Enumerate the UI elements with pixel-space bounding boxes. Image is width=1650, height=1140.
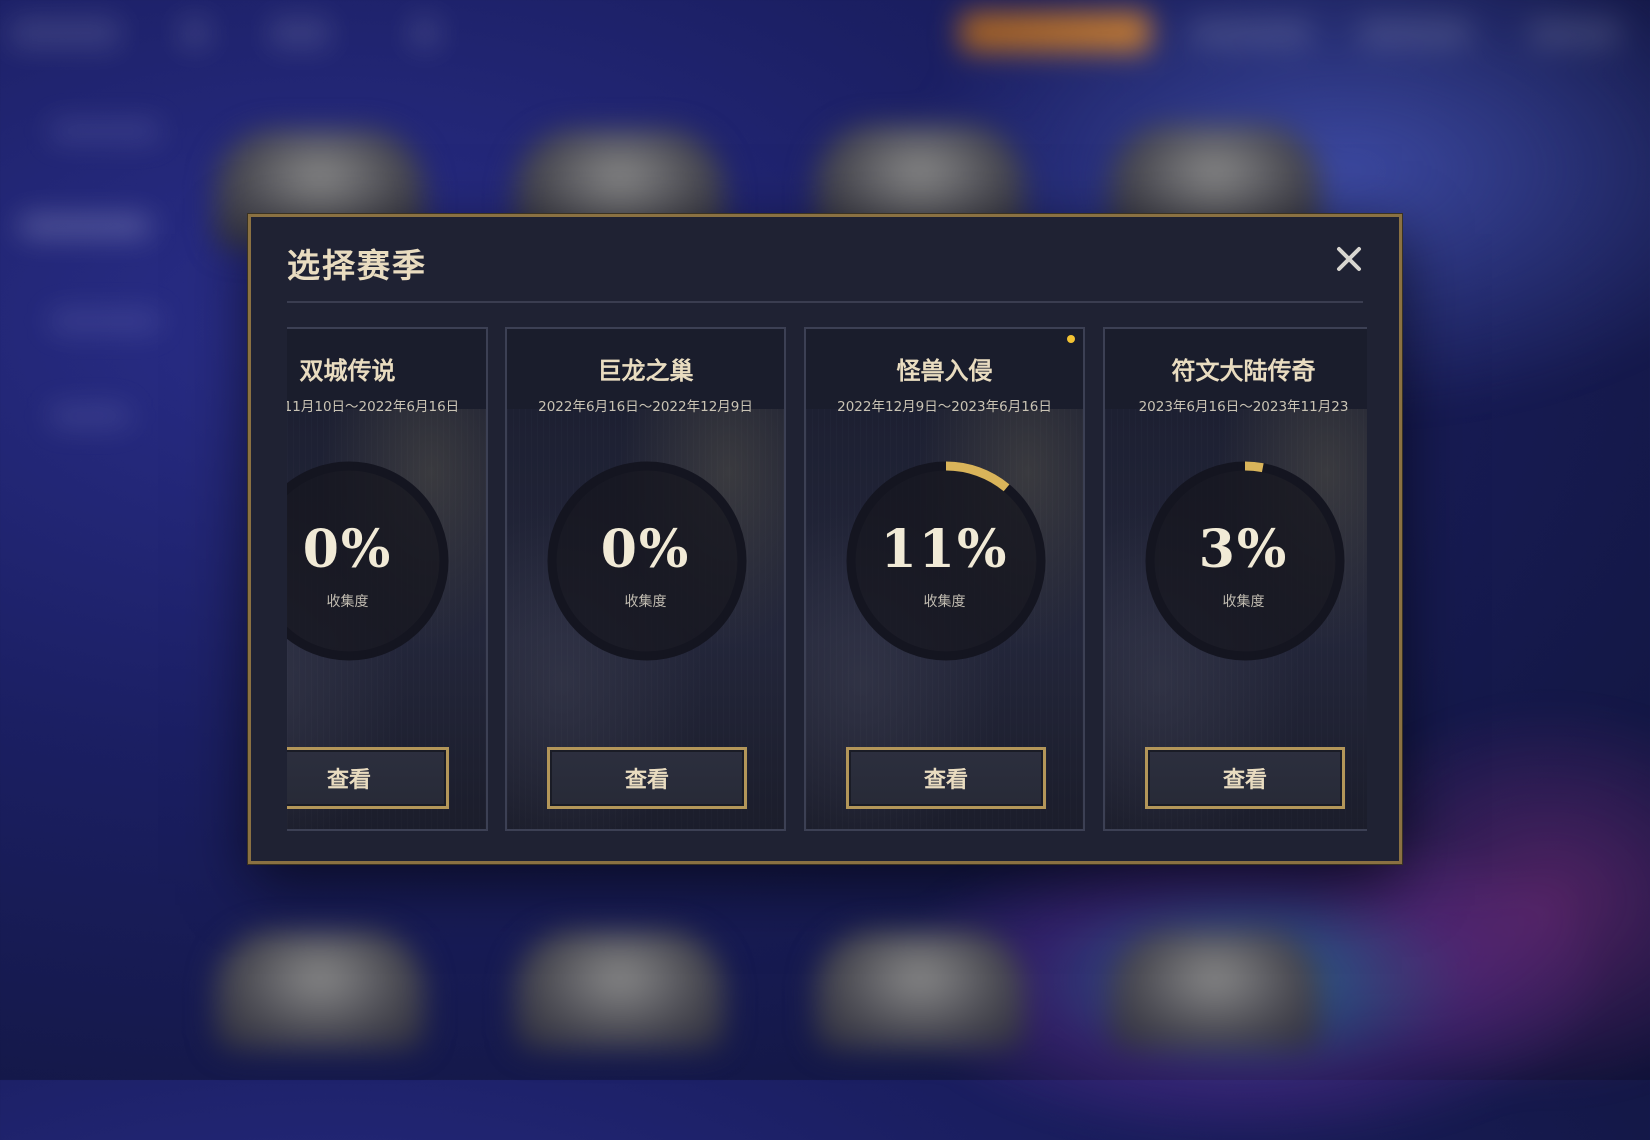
progress-label: 收集度 (624, 594, 667, 610)
season-name: 怪兽入侵 (896, 357, 993, 385)
progress-label: 收集度 (326, 594, 369, 610)
close-button[interactable] (1329, 239, 1369, 279)
progress-label: 收集度 (923, 594, 966, 610)
season-dates: 2023年6月16日～2023年11月23 (1138, 399, 1349, 415)
view-button[interactable]: 查看 (547, 747, 747, 809)
season-name: 符文大陆传奇 (1171, 357, 1316, 385)
season-card[interactable]: 符文大陆传奇 2023年6月16日～2023年11月23 3% 收集度 查看 (1103, 327, 1367, 831)
season-dates: 2022年6月16日～2022年12月9日 (538, 399, 753, 415)
season-card[interactable]: 怪兽入侵 2022年12月9日～2023年6月16日 11% 收集度 查看 (804, 327, 1085, 831)
season-dates: 2021年11月10日～2022年6月16日 (287, 399, 460, 415)
progress-percent: 11% (880, 519, 1009, 580)
view-button[interactable]: 查看 (846, 747, 1046, 809)
progress-percent: 3% (1198, 519, 1289, 580)
season-name: 双城传说 (299, 357, 396, 385)
progress-percent: 0% (302, 519, 393, 580)
close-icon (1337, 247, 1361, 271)
season-card[interactable]: 巨龙之巢 2022年6月16日～2022年12月9日 0% 收集度 查看 (505, 327, 786, 831)
season-name: 巨龙之巢 (597, 357, 694, 385)
progress-label: 收集度 (1222, 594, 1265, 610)
view-button[interactable]: 查看 (1145, 747, 1345, 809)
view-button[interactable]: 查看 (287, 747, 449, 809)
new-indicator-dot (1067, 335, 1075, 343)
season-card[interactable]: 双城传说 2021年11月10日～2022年6月16日 0% 收集度 查看 (287, 327, 488, 831)
season-dates: 2022年12月9日～2023年6月16日 (837, 399, 1052, 415)
season-select-dialog: 选择赛季 双城传说 2021年11月10日～2022年6月16日 0% 收集度 … (248, 214, 1402, 864)
progress-percent: 0% (600, 519, 691, 580)
dialog-title: 选择赛季 (287, 246, 427, 285)
season-carousel[interactable]: 双城传说 2021年11月10日～2022年6月16日 0% 收集度 查看 巨龙… (287, 327, 1367, 833)
title-divider (287, 301, 1363, 303)
